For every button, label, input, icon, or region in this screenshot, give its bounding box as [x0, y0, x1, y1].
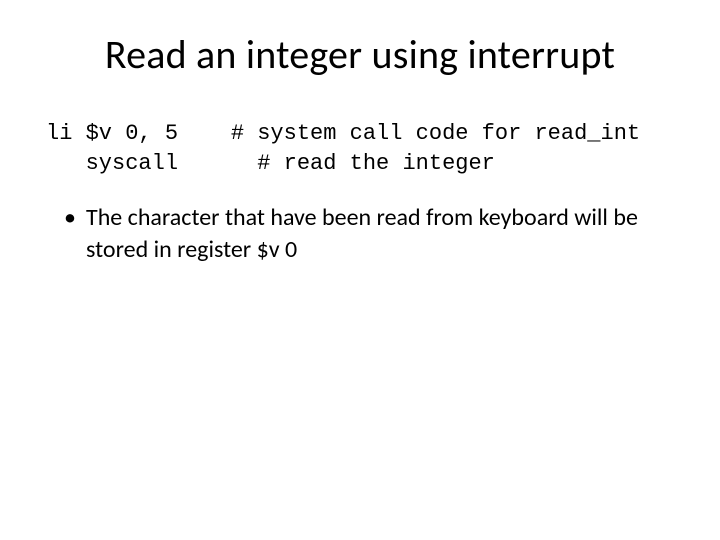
slide-title: Read an integer using interrupt	[40, 30, 680, 79]
code-line-1: li $v 0, 5 # system call code for read_i…	[46, 121, 640, 146]
slide: Read an integer using interrupt li $v 0,…	[0, 0, 720, 540]
bullet-item: The character that have been read from k…	[64, 202, 680, 264]
code-block: li $v 0, 5 # system call code for read_i…	[46, 119, 680, 178]
code-line-2: syscall # read the integer	[46, 151, 495, 176]
bullet-list: The character that have been read from k…	[64, 202, 680, 264]
